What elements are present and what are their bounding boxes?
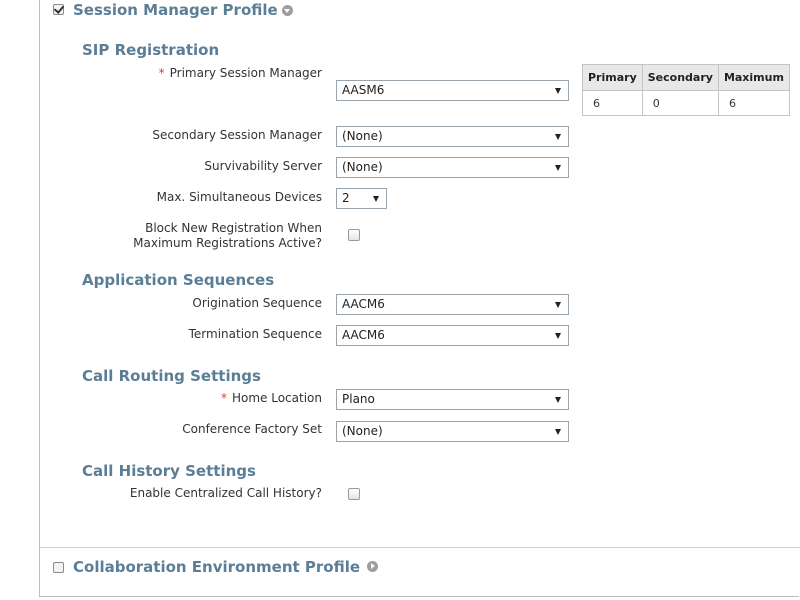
block-new-registration-checkbox[interactable] [348,229,360,241]
primary-session-manager-select[interactable]: AASM6 [336,80,569,101]
sip-registration-heading: SIP Registration [82,41,220,59]
dropdown-arrow-icon [555,88,561,94]
max-simultaneous-devices-select[interactable]: 2 [336,188,387,209]
dropdown-arrow-icon [555,397,561,403]
termination-sequence-select[interactable]: AACM6 [336,325,569,346]
primary-session-manager-label: * Primary Session Manager [158,66,322,80]
section-divider [40,547,800,548]
origination-sequence-label: Origination Sequence [192,296,322,310]
dropdown-arrow-icon [555,333,561,339]
table-header-primary: Primary [582,64,643,91]
home-location-label: * Home Location [220,391,322,405]
home-location-select[interactable]: Plano [336,389,569,410]
secondary-session-manager-label: Secondary Session Manager [152,128,322,142]
table-cell-primary: 6 [582,90,643,116]
required-marker: * [158,66,165,80]
dropdown-arrow-icon [555,134,561,140]
call-history-settings-heading: Call History Settings [82,462,256,480]
max-simultaneous-devices-label: Max. Simultaneous Devices [156,190,322,204]
collapse-toggle-icon[interactable] [282,5,293,16]
table-header-maximum: Maximum [717,64,790,91]
collaboration-environment-profile-title: Collaboration Environment Profile [73,558,361,576]
survivability-server-label: Survivability Server [204,159,322,173]
survivability-server-select[interactable]: (None) [336,157,569,178]
session-manager-profile-checkbox[interactable] [53,4,64,15]
application-sequences-heading: Application Sequences [82,271,275,289]
enable-centralized-call-history-checkbox[interactable] [348,488,360,500]
origination-sequence-select[interactable]: AACM6 [336,294,569,315]
dropdown-arrow-icon [555,429,561,435]
expand-toggle-icon[interactable] [367,561,378,572]
secondary-session-manager-select[interactable]: (None) [336,126,569,147]
collaboration-environment-profile-checkbox[interactable] [53,562,64,573]
required-marker: * [220,391,227,405]
conference-factory-set-label: Conference Factory Set [182,422,322,436]
dropdown-arrow-icon [373,196,379,202]
conference-factory-set-select[interactable]: (None) [336,421,569,442]
termination-sequence-label: Termination Sequence [188,327,322,341]
table-header-secondary: Secondary [641,64,719,91]
session-manager-profile-title: Session Manager Profile [73,1,278,19]
dropdown-arrow-icon [555,165,561,171]
dropdown-arrow-icon [555,302,561,308]
block-new-registration-label: Block New Registration When Maximum Regis… [133,221,322,250]
table-cell-secondary: 0 [641,90,719,116]
call-routing-settings-heading: Call Routing Settings [82,367,261,385]
registration-stats-table: Primary Secondary Maximum 6 0 6 [582,64,790,116]
table-cell-maximum: 6 [717,90,790,116]
enable-centralized-call-history-label: Enable Centralized Call History? [129,486,322,500]
